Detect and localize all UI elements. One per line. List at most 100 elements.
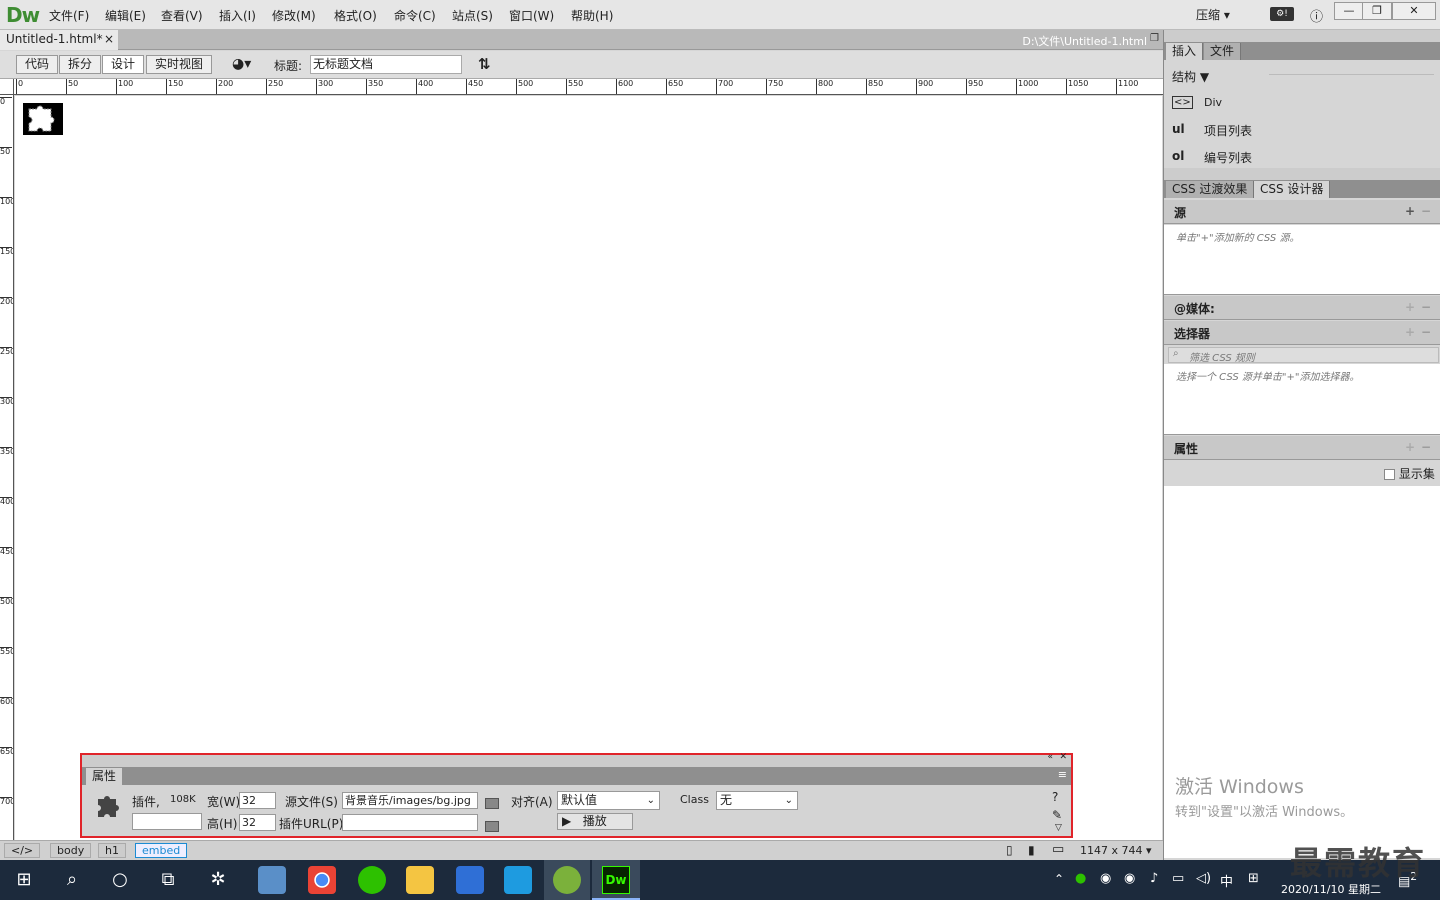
wechat-icon[interactable]	[358, 866, 386, 894]
pinwheel-app-icon[interactable]: ✲	[198, 866, 238, 894]
tag-selector-embed[interactable]: embed	[135, 843, 188, 858]
menu-view[interactable]: 查看(V)	[161, 7, 203, 24]
panel-menu-icon[interactable]: ≡	[1058, 768, 1067, 781]
keyboard-icon[interactable]: ⊞	[1248, 871, 1259, 886]
close-panel-icon[interactable]: ✕	[1059, 752, 1067, 762]
windows-start-icon[interactable]: ⊞	[4, 866, 44, 894]
store-icon[interactable]	[504, 866, 532, 894]
cortana-icon[interactable]: ○	[100, 866, 140, 894]
close-tab-icon[interactable]: ×	[104, 32, 114, 46]
close-window-button[interactable]: ✕	[1392, 2, 1436, 20]
design-canvas[interactable]	[15, 96, 1162, 840]
sync-settings-icon[interactable]: ⚙!	[1270, 7, 1294, 21]
play-button[interactable]: ▶ 播放	[557, 813, 633, 830]
restore-button[interactable]: ❐	[1362, 2, 1392, 20]
width-input[interactable]: 32	[239, 792, 276, 809]
add-media-icon[interactable]: +	[1405, 300, 1415, 314]
remove-selector-icon[interactable]: −	[1421, 325, 1431, 339]
show-hidden-icons[interactable]: ⌃	[1054, 872, 1064, 886]
menu-modify[interactable]: 修改(M)	[272, 7, 316, 24]
properties-tab[interactable]: 属性	[86, 768, 123, 785]
menu-file[interactable]: 文件(F)	[49, 7, 89, 24]
tab-insert[interactable]: 插入	[1166, 43, 1204, 60]
qq-tray-icon-2[interactable]: ◉	[1124, 871, 1135, 886]
tab-css-designer[interactable]: CSS 设计器	[1254, 181, 1331, 198]
document-tab[interactable]: Untitled-1.html* ×	[0, 30, 118, 50]
selectors-list[interactable]: 选择一个 CSS 源并单击"+"添加选择器。	[1164, 364, 1440, 435]
restore-document-icon[interactable]: ❐	[1150, 33, 1159, 44]
live-view-button[interactable]: 实时视图	[146, 55, 213, 74]
tab-files[interactable]: 文件	[1204, 43, 1242, 60]
add-selector-icon[interactable]: +	[1405, 325, 1415, 339]
expand-arrow-icon[interactable]: ▽	[1055, 823, 1062, 833]
add-property-icon[interactable]: +	[1405, 440, 1415, 454]
dreamweaver-task[interactable]: Dw	[592, 860, 640, 900]
remove-media-icon[interactable]: −	[1421, 300, 1431, 314]
tag-selector-h1[interactable]: h1	[98, 843, 126, 858]
wps-icon[interactable]	[456, 866, 484, 894]
activation-watermark: 激活 Windows 转到"设置"以激活 Windows。	[1175, 772, 1353, 820]
split-view-button[interactable]: 拆分	[59, 55, 102, 74]
quick-tag-editor-icon[interactable]: ✎	[1052, 808, 1062, 822]
window-size-readout[interactable]: 1147 x 744 ▾	[1080, 844, 1152, 857]
ruler-tick: 900	[916, 79, 933, 94]
show-set-checkbox[interactable]: 显示集	[1384, 465, 1435, 482]
code-view-button[interactable]: 代码	[16, 55, 59, 74]
menu-site[interactable]: 站点(S)	[452, 7, 493, 24]
align-select[interactable]: 默认值 ⌄	[557, 791, 660, 810]
menu-help[interactable]: 帮助(H)	[571, 7, 613, 24]
mobile-size-icon[interactable]: ▯	[1006, 843, 1013, 857]
menu-edit[interactable]: 编辑(E)	[105, 7, 146, 24]
remove-source-icon[interactable]: −	[1421, 204, 1431, 218]
preview-in-browser-icon[interactable]: ◕▾	[232, 56, 251, 72]
sources-list[interactable]: 单击"+"添加新的 CSS 源。	[1164, 225, 1440, 295]
info-icon[interactable]: ⓘ	[1310, 6, 1323, 25]
chrome-icon[interactable]	[308, 866, 336, 894]
active-app-slot[interactable]	[544, 860, 590, 900]
menu-format[interactable]: 格式(O)	[334, 7, 377, 24]
code-tag-icon[interactable]: </>	[4, 843, 41, 858]
plugin-url-input[interactable]	[342, 814, 478, 831]
insert-item-div[interactable]: <> Div	[1164, 92, 1440, 118]
notes-app-icon[interactable]	[258, 866, 286, 894]
browse-folder-icon[interactable]	[485, 821, 499, 832]
file-explorer-icon[interactable]	[406, 866, 434, 894]
page-title-input[interactable]: 无标题文档	[310, 55, 462, 74]
menu-window[interactable]: 窗口(W)	[509, 7, 554, 24]
menu-insert[interactable]: 插入(I)	[219, 7, 256, 24]
insert-category-dropdown[interactable]: 结构 ▼	[1172, 68, 1209, 85]
desktop-size-icon[interactable]: ▭	[1052, 842, 1064, 857]
document-toolbar: 代码 拆分 设计 实时视图 ◕▾ 标题: 无标题文档 ⇅	[0, 51, 1163, 79]
tablet-size-icon[interactable]: ▮	[1028, 843, 1035, 857]
workspace-layout-dropdown[interactable]: 压缩 ▾	[1196, 6, 1230, 23]
task-view-icon[interactable]: ⧉	[148, 866, 188, 894]
height-input[interactable]: 32	[239, 814, 276, 831]
menu-commands[interactable]: 命令(C)	[394, 7, 436, 24]
divider	[1269, 74, 1434, 75]
tab-css-transitions[interactable]: CSS 过渡效果	[1166, 181, 1255, 198]
ime-indicator[interactable]: 中	[1220, 871, 1233, 890]
plugin-placeholder[interactable]	[23, 103, 63, 135]
ruler-tick: 150	[166, 79, 183, 94]
source-input[interactable]: 背景音乐/images/bg.jpg	[342, 792, 478, 809]
notification-bell-icon[interactable]: ♪	[1150, 871, 1158, 886]
network-icon[interactable]: ▭	[1172, 871, 1184, 886]
plugin-name-input[interactable]	[132, 813, 202, 830]
help-icon[interactable]: ?	[1052, 790, 1058, 804]
remove-property-icon[interactable]: −	[1421, 440, 1431, 454]
selector-filter-input[interactable]: ⌕ 筛选 CSS 规则	[1168, 347, 1439, 364]
browse-folder-icon[interactable]	[485, 798, 499, 809]
insert-item-ul[interactable]: ul 项目列表	[1164, 119, 1440, 145]
volume-icon[interactable]: ◁)	[1196, 871, 1211, 886]
file-transfer-icon[interactable]: ⇅	[478, 55, 491, 73]
add-source-icon[interactable]: +	[1405, 204, 1415, 218]
tag-selector-body[interactable]: body	[50, 843, 92, 858]
search-icon[interactable]: ⌕	[52, 866, 92, 894]
design-view-button[interactable]: 设计	[102, 55, 145, 74]
wechat-tray-icon[interactable]: ●	[1075, 871, 1086, 886]
div-icon: <>	[1172, 96, 1193, 109]
qq-tray-icon[interactable]: ◉	[1100, 871, 1111, 886]
class-select[interactable]: 无 ⌄	[716, 791, 798, 810]
collapse-icon[interactable]: «	[1047, 752, 1053, 762]
minimize-button[interactable]: —	[1334, 2, 1364, 20]
